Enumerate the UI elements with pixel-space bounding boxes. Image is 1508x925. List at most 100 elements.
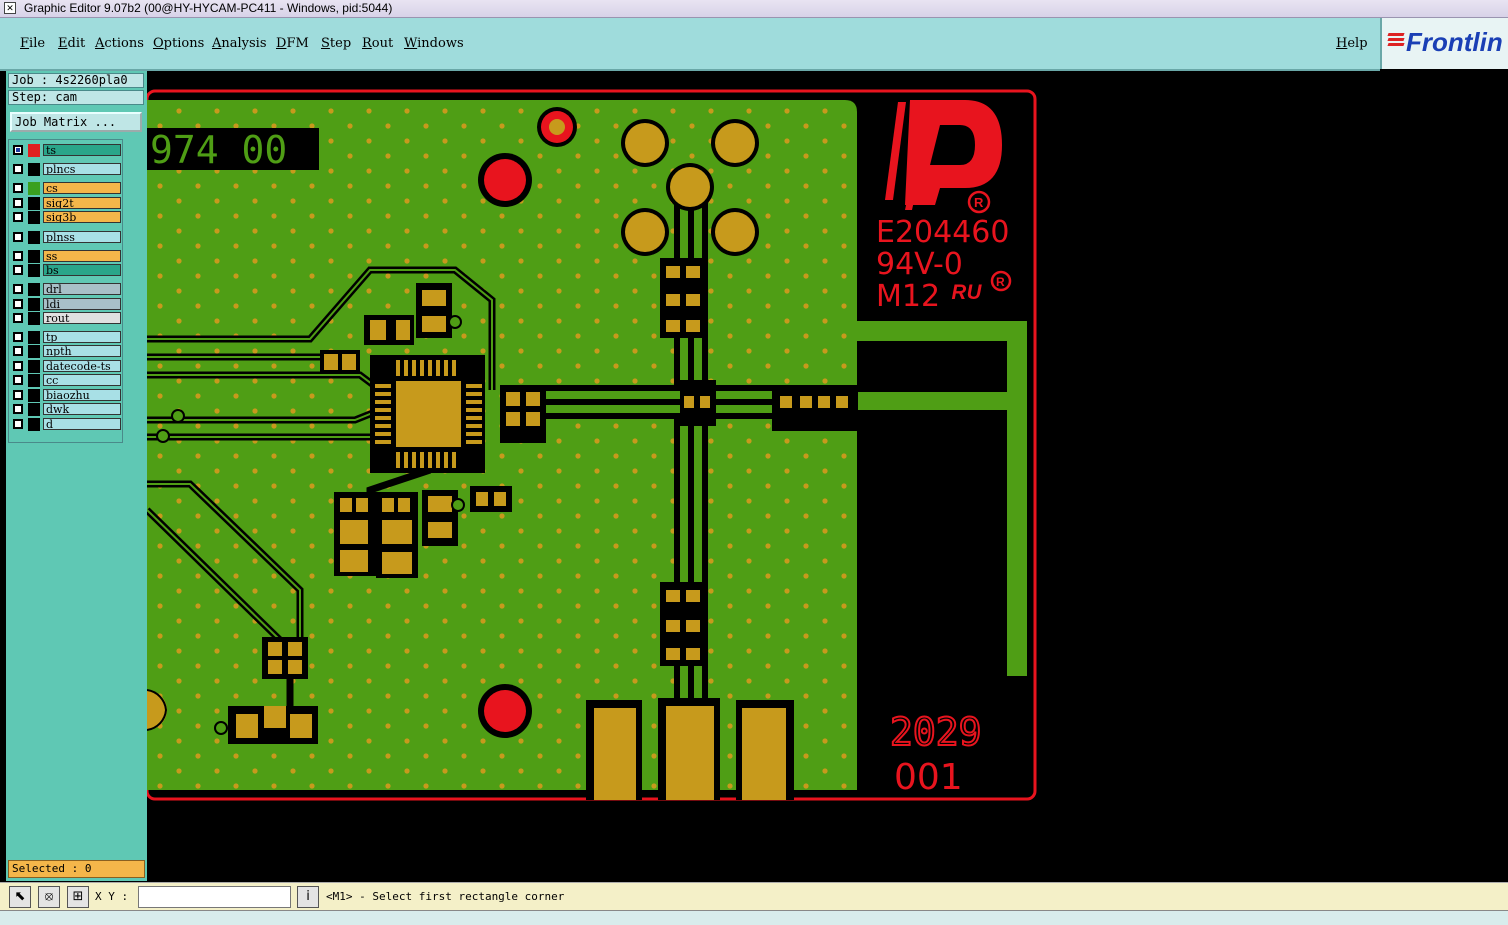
menu-edit[interactable]: Edit [58, 36, 85, 51]
layer-checkbox[interactable] [13, 232, 23, 242]
layer-color-swatch[interactable] [28, 231, 40, 244]
layer-row-rout[interactable]: rout [11, 312, 121, 325]
menu-options[interactable]: Options [153, 36, 204, 51]
menu-step[interactable]: Step [321, 36, 351, 51]
layer-name[interactable]: rout [43, 312, 121, 324]
layer-row-ldi[interactable]: ldi [11, 298, 121, 311]
layer-checkbox[interactable] [13, 251, 23, 261]
grid-icon[interactable]: ⊞ [67, 886, 89, 908]
layer-checkbox[interactable] [13, 299, 23, 309]
layer-row-tp[interactable]: tp [11, 331, 121, 344]
layer-checkbox[interactable] [13, 212, 23, 222]
layer-color-swatch[interactable] [28, 360, 40, 373]
layer-name[interactable]: d [43, 418, 121, 430]
layer-row-sig3b[interactable]: sig3b [11, 211, 121, 224]
layer-checkbox[interactable] [13, 361, 23, 371]
job-matrix-button[interactable]: Job Matrix ... [10, 112, 142, 132]
layer-color-swatch[interactable] [28, 144, 40, 157]
layer-checkbox[interactable] [13, 419, 23, 429]
layer-color-swatch[interactable] [28, 250, 40, 263]
layer-checkbox[interactable] [13, 375, 23, 385]
layer-color-swatch[interactable] [28, 403, 40, 416]
layer-color-swatch[interactable] [28, 163, 40, 176]
layer-color-swatch[interactable] [28, 418, 40, 431]
layer-color-swatch[interactable] [28, 298, 40, 311]
layer-color-swatch[interactable] [28, 331, 40, 344]
layer-name[interactable]: cc [43, 374, 121, 386]
layer-name[interactable]: datecode-ts [43, 360, 121, 372]
layer-checkbox[interactable] [13, 265, 23, 275]
brand-logo-area: Frontlin [1380, 18, 1508, 69]
menu-dfm[interactable]: DFM [276, 36, 309, 51]
layer-color-swatch[interactable] [28, 264, 40, 277]
layer-checkbox[interactable] [13, 390, 23, 400]
layer-row-sig2t[interactable]: sig2t [11, 197, 121, 210]
layer-name[interactable]: sig3b [43, 211, 121, 223]
layer-color-swatch[interactable] [28, 374, 40, 387]
menu-file[interactable]: File [20, 36, 45, 51]
select-mode-icon[interactable]: ⬉ [9, 886, 31, 908]
layer-name[interactable]: npth [43, 345, 121, 357]
layer-color-swatch[interactable] [28, 211, 40, 224]
layer-checkbox[interactable] [13, 183, 23, 193]
layer-color-swatch[interactable] [28, 283, 40, 296]
layer-checkbox[interactable] [13, 164, 23, 174]
status-bar: ⬉ ⦻ ⊞ X Y : ⅰ <M1> - Select first rectan… [0, 882, 1508, 911]
layer-name[interactable]: ts [43, 144, 121, 156]
menu-help[interactable]: Help [1336, 36, 1368, 51]
layer-color-swatch[interactable] [28, 312, 40, 325]
layer-checkbox[interactable] [13, 284, 23, 294]
menu-actions[interactable]: Actions [95, 36, 144, 51]
info-icon[interactable]: ⅰ [297, 886, 319, 908]
layer-checkbox[interactable] [13, 145, 23, 155]
layer-row-bs[interactable]: bs [11, 264, 121, 277]
layer-color-swatch[interactable] [28, 182, 40, 195]
layer-color-swatch[interactable] [28, 389, 40, 402]
layer-row-drl[interactable]: drl [11, 283, 121, 296]
menu-bar: File Edit Actions Options Analysis DFM S… [0, 18, 1380, 71]
menu-windows[interactable]: Windows [404, 36, 464, 51]
measure-icon[interactable]: ⦻ [38, 886, 60, 908]
menu-analysis[interactable]: Analysis [212, 36, 267, 51]
layer-row-datecode-ts[interactable]: datecode-ts [11, 360, 121, 373]
window-title: Graphic Editor 9.07b2 (00@HY-HYCAM-PC411… [24, 1, 393, 15]
layer-name[interactable]: tp [43, 331, 121, 343]
layer-name[interactable]: plnss [43, 231, 121, 243]
job-name: Job : 4s2260pla0 [8, 73, 144, 88]
layer-row-cc[interactable]: cc [11, 374, 121, 387]
layer-name[interactable]: biaozhu [43, 389, 121, 401]
layer-row-plncs[interactable]: plncs [11, 163, 121, 176]
layer-name[interactable]: dwk [43, 403, 121, 415]
xy-input[interactable] [138, 886, 291, 908]
selected-count: Selected : 0 [8, 860, 145, 878]
layer-name[interactable]: bs [43, 264, 121, 276]
layer-row-ss[interactable]: ss [11, 250, 121, 263]
brand-logo: Frontlin [1406, 27, 1503, 57]
layer-row-ts[interactable]: ts [11, 144, 121, 157]
layer-name[interactable]: ss [43, 250, 121, 262]
date-code-text: 2029 [890, 710, 982, 754]
layer-row-npth[interactable]: npth [11, 345, 121, 358]
layer-checkbox[interactable] [13, 332, 23, 342]
layer-name[interactable]: drl [43, 283, 121, 295]
layer-row-dwk[interactable]: dwk [11, 403, 121, 416]
layer-checkbox[interactable] [13, 313, 23, 323]
layer-name[interactable]: cs [43, 182, 121, 194]
layer-color-swatch[interactable] [28, 345, 40, 358]
layer-name[interactable]: sig2t [43, 197, 121, 209]
layer-checkbox[interactable] [13, 404, 23, 414]
layer-name[interactable]: plncs [43, 163, 121, 175]
layer-color-swatch[interactable] [28, 197, 40, 210]
layer-checkbox[interactable] [13, 346, 23, 356]
svg-text:R: R [974, 195, 984, 210]
layer-row-d[interactable]: d [11, 418, 121, 431]
layer-row-cs[interactable]: cs [11, 182, 121, 195]
layer-name[interactable]: ldi [43, 298, 121, 310]
layer-row-biaozhu[interactable]: biaozhu [11, 389, 121, 402]
graphic-canvas[interactable]: 974 00 R E204460 94V-0 M12 ᴿᵁ R 2029 001 [144, 71, 1508, 881]
step-name: Step: cam [8, 90, 144, 105]
layer-checkbox[interactable] [13, 198, 23, 208]
ul-mark-icon: ᴿᵁ [950, 280, 982, 313]
layer-row-plnss[interactable]: plnss [11, 231, 121, 244]
menu-rout[interactable]: Rout [362, 36, 393, 51]
